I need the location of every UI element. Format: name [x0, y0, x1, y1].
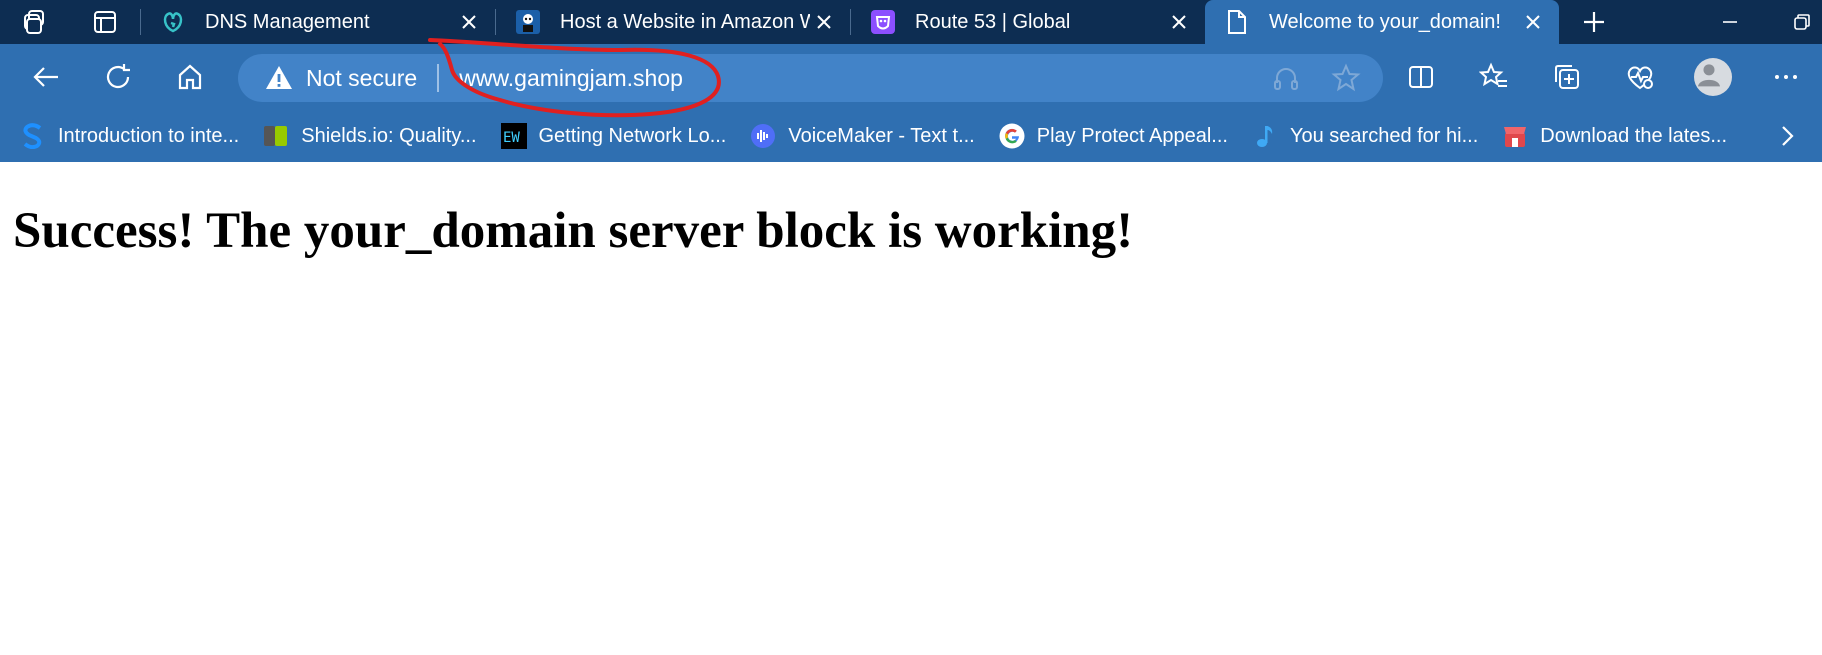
avatar	[1694, 58, 1732, 96]
chevron-right-icon[interactable]	[1774, 123, 1800, 149]
bookmark-item[interactable]: Introduction to inte...	[20, 123, 239, 149]
page-content: Success! The your_domain server block is…	[0, 162, 1822, 655]
bookmark-label: VoiceMaker - Text t...	[788, 124, 975, 147]
home-button[interactable]	[160, 52, 220, 102]
close-tab-icon[interactable]	[1165, 8, 1193, 36]
tab-actions-icon	[94, 11, 116, 33]
s-logo-icon	[20, 123, 46, 149]
tab-title: Welcome to your_domain!	[1269, 10, 1501, 33]
workspaces-button[interactable]	[0, 0, 70, 44]
page-icon	[1223, 8, 1251, 36]
bookmark-item[interactable]: Download the lates...	[1502, 123, 1727, 149]
home-icon	[178, 64, 202, 90]
back-button[interactable]	[16, 52, 76, 102]
heart-pulse-icon	[1627, 66, 1653, 90]
voicemaker-icon	[750, 123, 776, 149]
tab-host-website[interactable]: Host a Website in Amazon W	[496, 0, 850, 44]
tab-strip: DNS Management Host a Website in Amazon …	[0, 0, 1822, 44]
favorite-star-icon[interactable]	[1331, 63, 1361, 93]
more-dots-icon	[1775, 75, 1797, 79]
tab-title: Route 53 | Global	[915, 10, 1071, 33]
split-screen-icon	[1409, 66, 1433, 88]
tab-dns-management[interactable]: DNS Management	[141, 0, 495, 44]
close-tab-icon[interactable]	[455, 8, 483, 36]
favorites-button[interactable]	[1464, 52, 1524, 102]
browser-toolbar: Not secure www.gamingjam.shop	[0, 44, 1822, 110]
settings-more-button[interactable]	[1756, 52, 1816, 102]
minimize-icon	[1723, 21, 1737, 23]
shields-icon	[263, 123, 289, 149]
page-heading: Success! The your_domain server block is…	[13, 203, 1134, 259]
security-status-label[interactable]: Not secure	[306, 65, 417, 92]
bookmark-label: Play Protect Appeal...	[1036, 124, 1228, 147]
tab-actions-button[interactable]	[70, 0, 140, 44]
google-icon	[999, 123, 1025, 149]
music-note-icon	[1252, 123, 1278, 149]
url-text[interactable]: www.gamingjam.shop	[459, 65, 683, 92]
refresh-icon	[106, 64, 130, 89]
minimize-button[interactable]	[1700, 0, 1760, 44]
address-separator	[437, 64, 440, 92]
bookmark-item[interactable]: Shields.io: Quality...	[263, 123, 477, 149]
browser-essentials-button[interactable]	[1610, 52, 1670, 102]
godaddy-icon	[159, 8, 187, 36]
tab-title: DNS Management	[205, 10, 370, 33]
bookmark-label: Introduction to inte...	[58, 124, 240, 147]
bookmark-label: You searched for hi...	[1289, 124, 1479, 147]
favorites-bar: Introduction to inte... Shields.io: Qual…	[0, 110, 1822, 162]
ew-icon: EW	[500, 123, 527, 149]
tab-title: Host a Website in Amazon W	[560, 10, 810, 33]
bookmark-label: Download the lates...	[1540, 124, 1728, 147]
bookmark-label: Shields.io: Quality...	[301, 124, 477, 147]
bookmark-label: Getting Network Lo...	[538, 124, 727, 147]
address-bar-actions	[1271, 63, 1361, 93]
bookmark-item[interactable]: VoiceMaker - Text t...	[750, 123, 975, 149]
read-aloud-icon[interactable]	[1271, 63, 1301, 93]
address-bar[interactable]: Not secure www.gamingjam.shop	[238, 54, 1383, 102]
store-icon	[1502, 123, 1528, 149]
warning-icon[interactable]	[264, 63, 294, 93]
bookmark-item[interactable]: EW Getting Network Lo...	[500, 123, 727, 149]
restore-icon	[1794, 14, 1810, 30]
bookmark-item[interactable]: You searched for hi...	[1252, 123, 1478, 149]
svg-text:EW: EW	[503, 130, 520, 146]
close-tab-icon[interactable]	[1519, 8, 1547, 36]
close-tab-icon[interactable]	[810, 8, 838, 36]
restore-button[interactable]	[1772, 0, 1822, 44]
collections-button[interactable]	[1537, 52, 1597, 102]
toolbar-right-tools	[1391, 52, 1822, 102]
collections-icon	[1555, 65, 1579, 89]
refresh-button[interactable]	[88, 52, 148, 102]
favorites-list-icon	[1479, 62, 1507, 87]
split-screen-button[interactable]	[1391, 52, 1451, 102]
tab-welcome-your-domain[interactable]: Welcome to your_domain!	[1205, 0, 1559, 44]
back-arrow-icon	[33, 67, 58, 87]
plus-icon	[1584, 12, 1604, 32]
route53-icon	[869, 8, 897, 36]
robot-avatar-icon	[514, 8, 542, 36]
bookmark-item[interactable]: Play Protect Appeal...	[999, 123, 1228, 149]
new-tab-button[interactable]	[1559, 0, 1629, 44]
workspaces-icon	[24, 10, 44, 34]
tab-route53[interactable]: Route 53 | Global	[851, 0, 1205, 44]
profile-button[interactable]	[1683, 52, 1743, 102]
